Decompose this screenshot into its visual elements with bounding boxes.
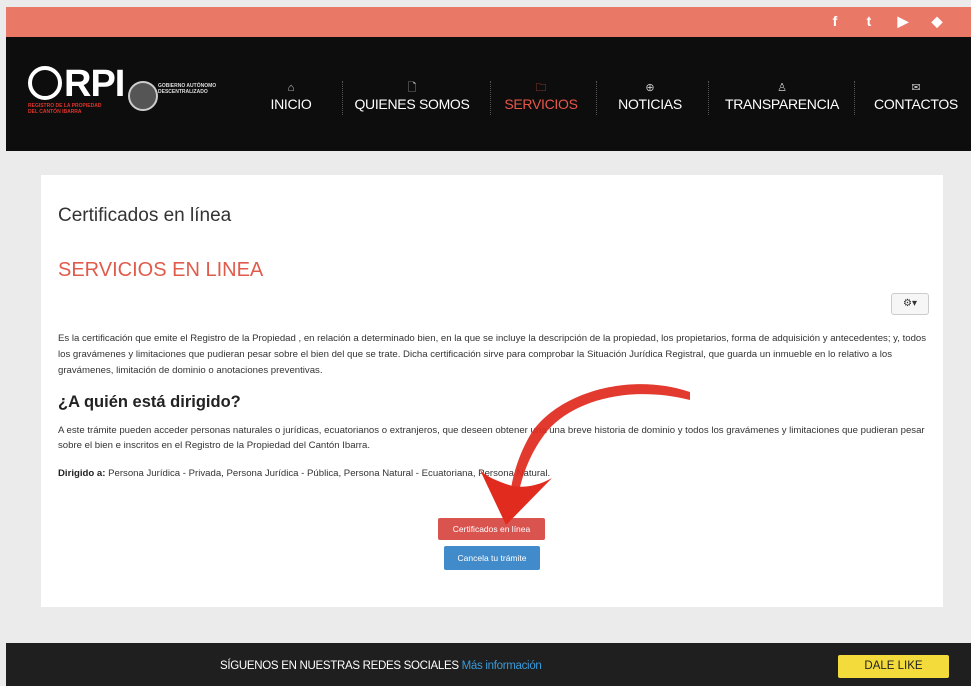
nav-label: TRANSPARENCIA (724, 96, 840, 112)
facebook-icon[interactable]: f (827, 13, 843, 30)
directed-to-label: Dirigido a: (58, 468, 106, 479)
site-footer: SÍGUENOS EN NUESTRAS REDES SOCIALES Más … (6, 643, 971, 686)
nav-label: QUIENES SOMOS (354, 96, 470, 112)
logo-subtitle: REGISTRO DE LA PROPIEDAD DEL CANTÓN IBAR… (28, 103, 102, 115)
like-button[interactable]: DALE LIKE (838, 655, 949, 678)
section-title: SERVICIOS EN LINEA (58, 259, 264, 281)
rpi-logo[interactable]: RPI REGISTRO DE LA PROPIEDAD DEL CANTÓN … (28, 63, 125, 115)
site-header: RPI REGISTRO DE LA PROPIEDAD DEL CANTÓN … (6, 37, 971, 151)
more-info-link[interactable]: Más información (462, 660, 542, 672)
nav-item-noticias[interactable]: ⊕ NOTICIAS (612, 81, 688, 113)
nav-item-contactos[interactable]: ✉ CONTACTOS (872, 81, 960, 113)
top-bar: f t ▶ ◆ (6, 7, 971, 37)
footer-follow-text: SÍGUENOS EN NUESTRAS REDES SOCIALES Más … (220, 660, 542, 672)
foursquare-icon[interactable]: ◆ (929, 13, 945, 30)
nav-separator (596, 81, 597, 115)
page-title: Certificados en línea (58, 205, 232, 226)
online-certificates-button[interactable]: Certificados en línea (438, 518, 545, 540)
nav-label: SERVICIOS (504, 96, 578, 112)
footer-text: SÍGUENOS EN NUESTRAS REDES SOCIALES (220, 660, 459, 672)
nav-item-servicios[interactable]: 🗀 SERVICIOS (500, 81, 582, 113)
folder-icon: 🗀 (535, 82, 547, 94)
logo-swirl-icon (28, 65, 62, 100)
youtube-icon[interactable]: ▶ (895, 13, 911, 30)
nav-item-inicio[interactable]: ⌂ INICIO (266, 81, 316, 113)
nav-separator (490, 81, 491, 115)
cancel-procedure-button[interactable]: Cancela tu trámite (444, 546, 540, 570)
nav-separator (708, 81, 709, 115)
service-description: Es la certificación que emite el Registr… (58, 333, 927, 376)
content-card: Certificados en línea SERVICIOS EN LINEA… (41, 175, 943, 607)
nav-label: INICIO (270, 96, 312, 112)
twitter-icon[interactable]: t (861, 13, 877, 30)
audience-description: A este trámite pueden acceder personas n… (58, 425, 925, 451)
document-icon: 🗋 (407, 82, 417, 94)
gad-text: GOBIERNO AUTÓNOMO DESCENTRALIZADO (158, 83, 217, 95)
logo-text: RPI (64, 63, 125, 105)
nav-item-transparencia[interactable]: ♙ TRANSPARENCIA (722, 81, 842, 113)
mail-icon: ✉ (911, 82, 921, 94)
social-links: f t ▶ ◆ (827, 13, 945, 30)
nav-separator (342, 81, 343, 115)
directed-to: Dirigido a: Persona Jurídica - Privada, … (58, 468, 550, 479)
settings-dropdown-button[interactable]: ⚙▾ (891, 293, 929, 315)
gad-seal-icon (128, 81, 158, 111)
directed-to-value: Persona Jurídica - Privada, Persona Jurí… (108, 468, 551, 479)
globe-icon: ⊕ (645, 82, 655, 94)
home-icon: ⌂ (287, 82, 295, 94)
nav-item-quienes-somos[interactable]: 🗋 QUIENES SOMOS (354, 81, 470, 113)
nav-label: CONTACTOS (874, 96, 958, 112)
user-icon: ♙ (777, 82, 787, 94)
nav-separator (854, 81, 855, 115)
nav-label: NOTICIAS (618, 96, 682, 112)
audience-heading: ¿A quién está dirigido? (58, 393, 241, 411)
